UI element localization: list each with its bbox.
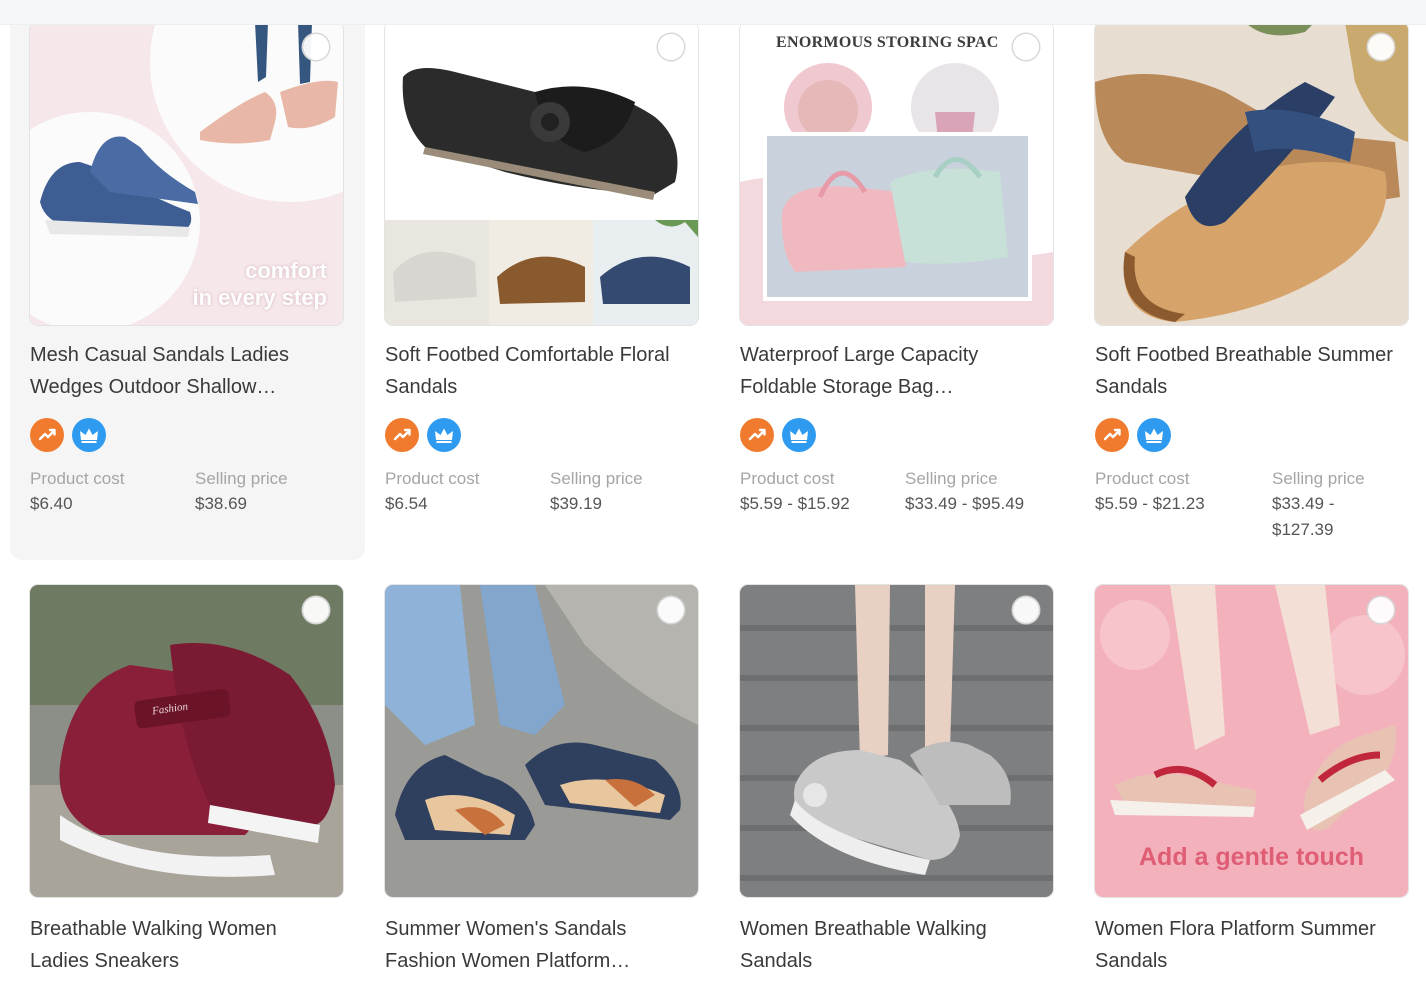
selling-price-value: $39.19: [550, 494, 602, 513]
product-cost-label: Product cost: [30, 469, 125, 488]
trending-icon: [1095, 418, 1129, 452]
selling-price-value: $38.69: [195, 494, 247, 513]
price-row: Product cost $5.59 - $21.23 Selling pric…: [1095, 467, 1425, 543]
badge-row: [30, 418, 106, 452]
price-row: Product cost $6.54 Selling price $39.19: [385, 467, 715, 517]
product-image[interactable]: Add a gentle touch: [1095, 585, 1408, 897]
crown-icon: [72, 418, 106, 452]
product-card[interactable]: ENORMOUS STORING SPAC Waterproof Large C…: [720, 0, 1075, 560]
select-checkbox[interactable]: [658, 597, 684, 623]
select-checkbox[interactable]: [1013, 34, 1039, 60]
selling-price-label: Selling price: [195, 469, 288, 488]
trending-icon: [30, 418, 64, 452]
image-caption-line: in every step: [192, 285, 327, 310]
selling-price-value: $33.49 - $95.49: [905, 494, 1025, 513]
select-checkbox[interactable]: [1368, 34, 1394, 60]
product-title[interactable]: Waterproof Large Capacity Foldable Stora…: [740, 339, 1050, 403]
select-checkbox[interactable]: [303, 597, 329, 623]
crown-icon: [782, 418, 816, 452]
product-cost-value: $6.54: [385, 494, 428, 513]
product-card[interactable]: Soft Footbed Comfortable Floral Sandals …: [365, 0, 720, 560]
product-title[interactable]: Soft Footbed Comfortable Floral Sandals: [385, 339, 695, 403]
product-image[interactable]: ENORMOUS STORING SPAC: [740, 22, 1053, 325]
badge-row: [385, 418, 461, 452]
product-image[interactable]: comfort in every step: [30, 22, 343, 325]
product-cost-value: $5.59 - $15.92: [740, 494, 850, 513]
product-card[interactable]: Soft Footbed Breathable Summer Sandals P…: [1075, 0, 1426, 560]
product-cost-value: $6.40: [30, 494, 73, 513]
selling-price-value: $33.49 - $127.39: [1272, 494, 1335, 539]
image-caption: comfort in every step: [192, 257, 327, 311]
product-title[interactable]: Summer Women's Sandals Fashion Women Pla…: [385, 913, 695, 977]
product-card[interactable]: comfort in every step Mesh Casual Sandal…: [10, 0, 365, 560]
product-card[interactable]: Fashion Breathable Walking Women Ladies …: [10, 574, 365, 1000]
price-row: Product cost $6.40 Selling price $38.69: [30, 467, 360, 517]
product-cost-value: $5.59 - $21.23: [1095, 494, 1205, 513]
badge-row: [740, 418, 816, 452]
trending-icon: [740, 418, 774, 452]
select-checkbox[interactable]: [1013, 597, 1039, 623]
product-title[interactable]: Breathable Walking Women Ladies Sneakers: [30, 913, 340, 977]
product-card[interactable]: Summer Women's Sandals Fashion Women Pla…: [365, 574, 720, 1000]
product-image[interactable]: [385, 22, 698, 325]
product-cost-label: Product cost: [385, 469, 480, 488]
selling-price-label: Selling price: [550, 469, 643, 488]
product-card[interactable]: Add a gentle touch Women Flora Platform …: [1075, 574, 1426, 1000]
badge-row: [1095, 418, 1171, 452]
product-title[interactable]: Mesh Casual Sandals Ladies Wedges Outdoo…: [30, 339, 340, 403]
image-headline: ENORMOUS STORING SPAC: [776, 34, 999, 51]
product-image[interactable]: Fashion: [30, 585, 343, 897]
crown-icon: [427, 418, 461, 452]
product-title[interactable]: Soft Footbed Breathable Summer Sandals: [1095, 339, 1405, 403]
product-cost-label: Product cost: [1095, 469, 1190, 488]
product-title[interactable]: Women Flora Platform Summer Sandals: [1095, 913, 1405, 977]
product-title[interactable]: Women Breathable Walking Sandals: [740, 913, 1050, 977]
selling-price-label: Selling price: [905, 469, 998, 488]
selling-price-label: Selling price: [1272, 469, 1365, 488]
product-card[interactable]: Women Breathable Walking Sandals: [720, 574, 1075, 1000]
product-grid: comfort in every step Mesh Casual Sandal…: [0, 0, 1426, 1000]
product-image[interactable]: [1095, 22, 1408, 325]
product-image[interactable]: [740, 585, 1053, 897]
crown-icon: [1137, 418, 1171, 452]
price-row: Product cost $5.59 - $15.92 Selling pric…: [740, 467, 1070, 517]
image-caption: Add a gentle touch: [1139, 843, 1364, 871]
trending-icon: [385, 418, 419, 452]
select-checkbox[interactable]: [658, 34, 684, 60]
select-checkbox[interactable]: [303, 34, 329, 60]
product-image[interactable]: [385, 585, 698, 897]
image-caption-line: comfort: [245, 258, 327, 283]
select-checkbox[interactable]: [1368, 597, 1394, 623]
top-bar: [0, 0, 1426, 25]
product-cost-label: Product cost: [740, 469, 835, 488]
